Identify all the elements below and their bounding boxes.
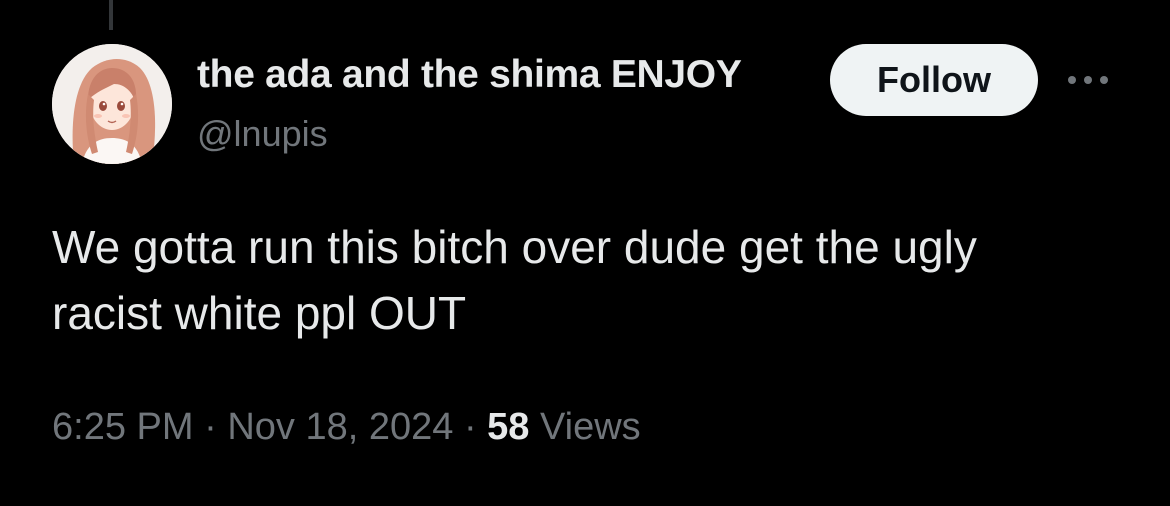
anime-girl-avatar-icon xyxy=(52,44,172,164)
avatar[interactable] xyxy=(52,44,172,164)
more-horizontal-icon[interactable] xyxy=(1064,70,1112,90)
meta-separator: · xyxy=(204,406,217,448)
views-label[interactable]: Views xyxy=(540,406,641,448)
author-handle[interactable]: @lnupis xyxy=(197,112,328,156)
author-display-name[interactable]: the ada and the shima ENJOY xyxy=(197,52,815,98)
views-count[interactable]: 58 xyxy=(487,406,529,448)
meta-separator: · xyxy=(463,406,477,448)
tweet-time[interactable]: 6:25 PM xyxy=(52,406,194,448)
follow-button[interactable]: Follow xyxy=(830,44,1038,116)
tweet-metadata: 6:25 PM · Nov 18, 2024 · 58 Views xyxy=(52,402,641,452)
thread-connector-line xyxy=(109,0,113,30)
tweet-text: We gotta run this bitch over dude get th… xyxy=(52,221,977,339)
tweet-date[interactable]: Nov 18, 2024 xyxy=(227,406,453,448)
